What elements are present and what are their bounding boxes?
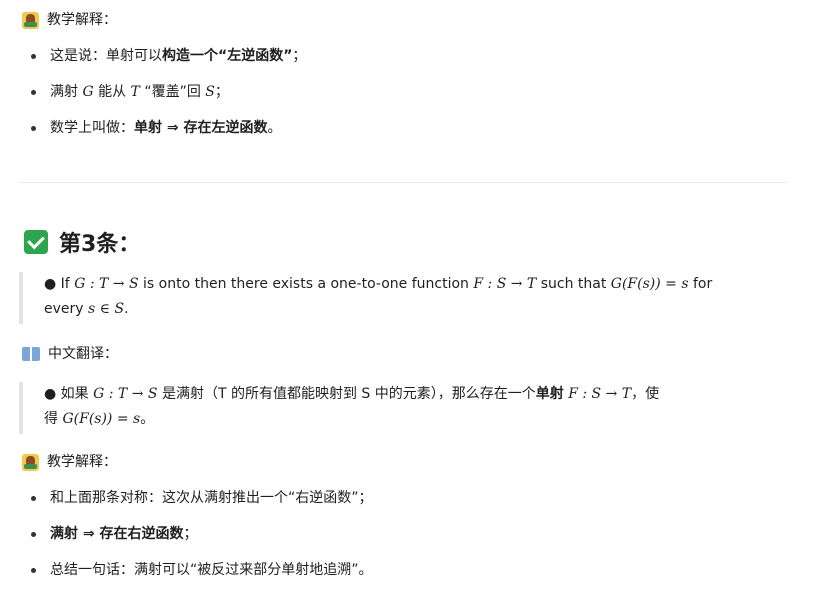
list-item: 满射 ⇒ 存在右逆函数； [19, 524, 373, 560]
list-item: 数学上叫做：单射 ⇒ 存在左逆函数。 [19, 118, 306, 154]
list-item: 满射 G 能从 T “覆盖”回 S； [19, 82, 306, 118]
quote-english-line-2: every s ∈ S. [44, 301, 129, 317]
teaching-explanation-label-2: 教学解释： [22, 452, 117, 472]
teaching-explanation-label-1: 教学解释： [22, 10, 117, 30]
quote-chinese: ● 如果 G : T → S 是满射（T 的所有值都能映射到 S 中的元素），那… [19, 382, 788, 434]
quote-chinese-line-2: 得 G(F(s)) = s。 [44, 411, 155, 427]
quote-english-line-1: ● If G : T → S is onto then there exists… [44, 276, 713, 292]
quote-chinese-line-1: ● 如果 G : T → S 是满射（T 的所有值都能映射到 S 中的元素），那… [44, 386, 660, 402]
quote-english: ● If G : T → S is onto then there exists… [19, 272, 788, 324]
section-heading: 第3条： [24, 226, 140, 258]
list-item: 和上面那条对称：这次从满射推出一个“右逆函数”； [19, 488, 373, 524]
explanation-list-2: 和上面那条对称：这次从满射推出一个“右逆函数”； 满射 ⇒ 存在右逆函数； 总结… [19, 488, 373, 596]
section-divider [19, 182, 788, 183]
teacher-icon [22, 453, 39, 471]
list-item: 总结一句话：满射可以“被反过来部分单射地追溯”。 [19, 560, 373, 596]
translation-label: 中文翻译： [22, 344, 118, 364]
list-item: 这是说：单射可以构造一个“左逆函数”； [19, 46, 306, 82]
check-mark-icon [24, 230, 48, 254]
explanation-list-1: 这是说：单射可以构造一个“左逆函数”； 满射 G 能从 T “覆盖”回 S； 数… [19, 46, 306, 154]
book-icon [22, 347, 40, 361]
teacher-icon [22, 11, 39, 29]
